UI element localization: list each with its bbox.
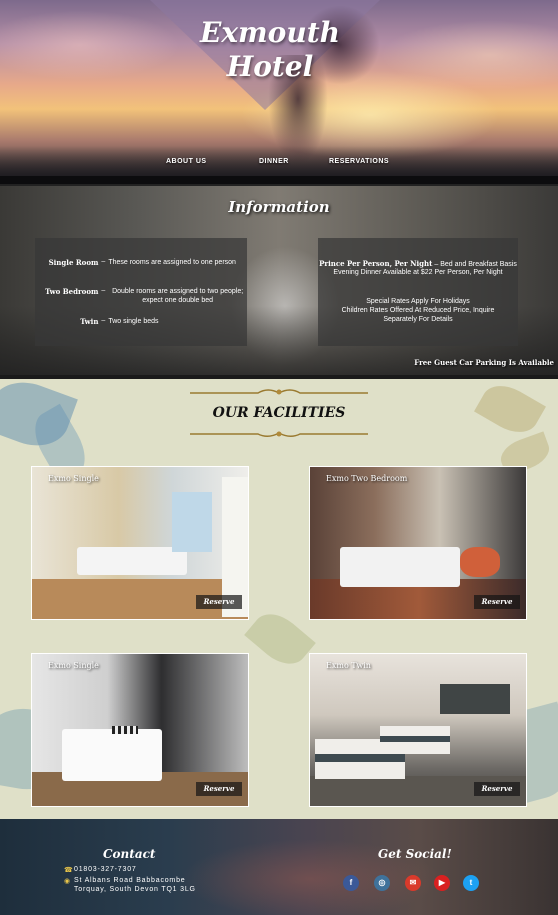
- pricing-panel: Prince Per Person, Per Night – Bed and B…: [318, 238, 518, 346]
- contact-title: Contact: [103, 847, 156, 861]
- reserve-button[interactable]: Reserve: [196, 782, 242, 796]
- room-description: These rooms are assigned to one person: [108, 259, 236, 266]
- reserve-button[interactable]: Reserve: [474, 782, 520, 796]
- special-rates-line: Special Rates Apply For Holidays: [366, 298, 470, 305]
- social-title: Get Social!: [378, 847, 452, 861]
- armchair: [460, 547, 500, 577]
- pricing-label: Prince Per Person, Per Night: [319, 259, 433, 268]
- room-separator: –: [101, 258, 106, 265]
- contact-address: ◉ St Albans Road Babbacombe Torquay, Sou…: [64, 877, 196, 893]
- location-pin-icon: ◉: [64, 878, 71, 885]
- bed-runner: [315, 754, 405, 762]
- information-section: Information Single Room – These rooms ar…: [0, 186, 558, 376]
- room-description: Two single beds: [108, 318, 159, 325]
- parking-note: Free Guest Car Parking Is Available: [414, 358, 554, 367]
- facility-card-two-bedroom[interactable]: Exmo Two Bedroom Reserve: [309, 466, 527, 620]
- site-title-line1: Exmouth: [200, 16, 340, 49]
- room-types-panel: Single Room – These rooms are assigned t…: [35, 238, 247, 346]
- reserve-button[interactable]: Reserve: [474, 595, 520, 609]
- youtube-icon[interactable]: ▶: [434, 875, 450, 891]
- bed: [340, 547, 460, 587]
- decor-leaf: [244, 604, 316, 674]
- site-title: Exmouth Hotel: [150, 16, 390, 84]
- room-name: Two Bedroom: [45, 287, 99, 296]
- card-label: Exmo Twin: [326, 661, 371, 670]
- bed-runner: [380, 736, 450, 742]
- facilities-title: OUR FACILITIES: [212, 405, 346, 421]
- address-line2: Torquay, South Devon TQ1 3LG: [74, 886, 196, 893]
- bed: [62, 729, 162, 781]
- pricing-separator: –: [434, 261, 439, 268]
- email-icon[interactable]: ✉: [405, 875, 421, 891]
- room-row-single: Single Room – These rooms are assigned t…: [35, 258, 247, 267]
- facility-card-single-modern[interactable]: Exmo Single Reserve: [31, 653, 249, 807]
- card-label: Exmo Single: [48, 474, 99, 483]
- nav-reservations[interactable]: RESERVATIONS: [329, 158, 389, 165]
- facebook-icon[interactable]: f: [343, 875, 359, 891]
- room-row-twin: Twin – Two single beds: [35, 317, 247, 326]
- information-title: Information: [228, 198, 330, 216]
- pricing-detail: Bed and Breakfast Basis: [440, 261, 517, 268]
- dinner-line: Evening Dinner Available at $22 Per Pers…: [333, 269, 503, 276]
- facilities-section: OUR FACILITIES Exmo Single Reserve Exmo …: [0, 379, 558, 819]
- window: [172, 492, 212, 552]
- pillow: [112, 726, 138, 734]
- room-name: Single Room: [48, 258, 99, 267]
- footer: Contact ☎ 01803-327-7307 ◉ St Albans Roa…: [0, 819, 558, 915]
- phone-icon: ☎: [64, 867, 74, 874]
- reserve-button[interactable]: Reserve: [196, 595, 242, 609]
- card-label: Exmo Single: [48, 661, 99, 670]
- address: St Albans Road Babbacombe Torquay, South…: [74, 877, 196, 893]
- nav-about-us[interactable]: ABOUT US: [166, 158, 207, 165]
- window: [440, 684, 510, 714]
- instagram-icon[interactable]: ◎: [374, 875, 390, 891]
- contact-phone: ☎ 01803-327-7307: [64, 866, 137, 874]
- hero-banner: Exmouth Hotel ABOUT US DINNER RESERVATIO…: [0, 0, 558, 176]
- children-rates-line: Children Rates Offered At Reduced Price,…: [341, 307, 495, 323]
- nav-dinner[interactable]: DINNER: [259, 158, 289, 165]
- phone-number: 01803-327-7307: [74, 866, 137, 873]
- twitter-icon[interactable]: t: [463, 875, 479, 891]
- flourish-top: [190, 389, 368, 395]
- flourish-bottom: [190, 431, 368, 437]
- card-label: Exmo Two Bedroom: [326, 474, 408, 483]
- main-nav: ABOUT US DINNER RESERVATIONS: [0, 158, 558, 172]
- room-separator: –: [101, 317, 106, 324]
- room-name: Twin: [80, 317, 99, 326]
- facility-card-single[interactable]: Exmo Single Reserve: [31, 466, 249, 620]
- room-description: Double rooms are assigned to two people;…: [112, 288, 244, 304]
- section-divider: [0, 176, 558, 184]
- room-row-two-bedroom: Two Bedroom – Double rooms are assigned …: [35, 287, 247, 305]
- site-title-line2: Hotel: [226, 50, 314, 83]
- facility-card-twin[interactable]: Exmo Twin Reserve: [309, 653, 527, 807]
- address-line1: St Albans Road Babbacombe: [74, 877, 186, 884]
- bed: [77, 547, 187, 575]
- room-separator: –: [101, 287, 106, 294]
